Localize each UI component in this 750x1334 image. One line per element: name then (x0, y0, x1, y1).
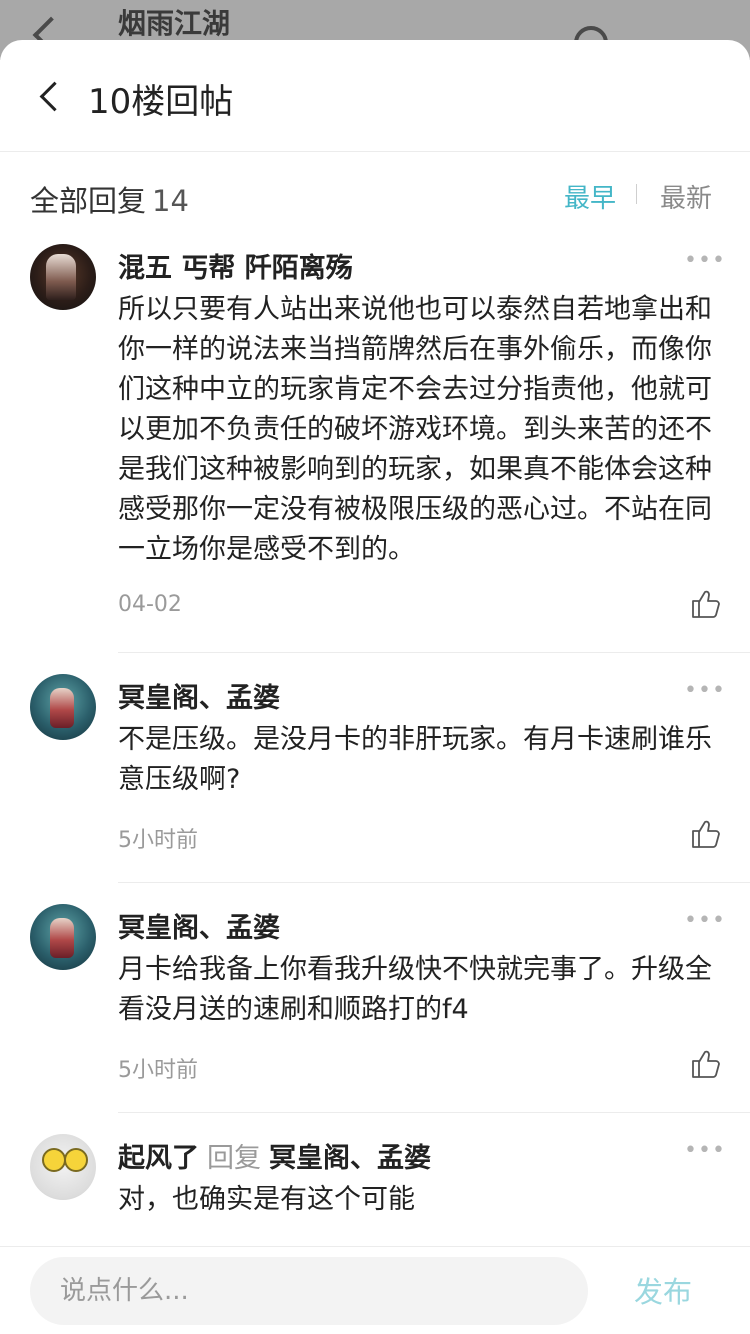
sheet-title: 10楼回帖 (88, 82, 234, 122)
sort-earliest-tab[interactable]: 最早 (564, 178, 616, 215)
reply-content: 不是压级。是没月卡的非肝玩家。有月卡速刷谁乐意压级啊? (118, 724, 712, 795)
like-icon[interactable] (690, 588, 722, 620)
reply-word: 回复 (207, 1143, 261, 1174)
reply-time: 5小时前 (118, 1058, 198, 1083)
like-icon[interactable] (690, 1048, 722, 1080)
background-title: 烟雨江湖 (118, 7, 231, 40)
reply-item: 冥皇阁、孟婆 ••• 月卡给我备上你看我升级快不快就完事了。升级全看没月送的速刷… (0, 898, 750, 1112)
reply-author[interactable]: 冥皇阁、孟婆 (118, 676, 280, 715)
sheet-header: 10楼回帖 (0, 40, 750, 152)
reply-divider (118, 652, 750, 653)
all-replies-text: 全部回复 (30, 184, 147, 218)
reply-item: 起风了 回复 冥皇阁、孟婆 ••• 对，也确实是有这个可能 (0, 1128, 750, 1248)
reply-target-author[interactable]: 冥皇阁、孟婆 (269, 1143, 431, 1174)
reply-time: 5小时前 (118, 828, 198, 853)
avatar[interactable] (30, 674, 96, 740)
reply-author[interactable]: 冥皇阁、孟婆 (118, 906, 280, 945)
avatar[interactable] (30, 904, 96, 970)
reply-content: 月卡给我备上你看我升级快不快就完事了。升级全看没月送的速刷和顺路打的f4 (118, 954, 712, 1025)
like-icon[interactable] (690, 818, 722, 850)
reply-author[interactable]: 混五 丐帮 阡陌离殇 (118, 246, 353, 285)
reply-count-label: 全部回复 14 (30, 178, 189, 220)
more-icon[interactable]: ••• (684, 678, 726, 703)
reply-content: 所以只要有人站出来说他也可以泰然自若地拿出和你一样的说法来当挡箭牌然后在事外偷乐… (118, 294, 712, 565)
reply-divider (118, 1112, 750, 1113)
reply-time: 04-02 (118, 592, 182, 617)
avatar[interactable] (30, 244, 96, 310)
more-icon[interactable]: ••• (684, 908, 726, 933)
reply-sheet: 10楼回帖 全部回复 14 最早 最新 混五 丐帮 阡陌离殇 ••• 所以只要有人… (0, 40, 750, 1334)
avatar[interactable] (30, 1134, 96, 1200)
reply-count-number: 14 (152, 184, 189, 218)
reply-divider (118, 882, 750, 883)
reply-count-bar: 全部回复 14 最早 最新 (0, 152, 750, 238)
reply-author-line: 起风了 回复 冥皇阁、孟婆 (118, 1136, 431, 1175)
publish-button[interactable]: 发布 (634, 1269, 692, 1311)
reply-item: 冥皇阁、孟婆 ••• 不是压级。是没月卡的非肝玩家。有月卡速刷谁乐意压级啊? 5… (0, 668, 750, 882)
sort-divider (636, 184, 637, 204)
comment-input[interactable] (30, 1257, 588, 1325)
reply-author[interactable]: 起风了 (118, 1143, 199, 1174)
more-icon[interactable]: ••• (684, 1138, 726, 1163)
reply-content: 对，也确实是有这个可能 (118, 1184, 415, 1215)
back-icon[interactable] (36, 76, 72, 116)
sort-latest-tab[interactable]: 最新 (660, 178, 712, 215)
comment-input-bar: 发布 (0, 1246, 750, 1334)
more-icon[interactable]: ••• (684, 248, 726, 273)
reply-item: 混五 丐帮 阡陌离殇 ••• 所以只要有人站出来说他也可以泰然自若地拿出和你一样… (0, 238, 750, 652)
